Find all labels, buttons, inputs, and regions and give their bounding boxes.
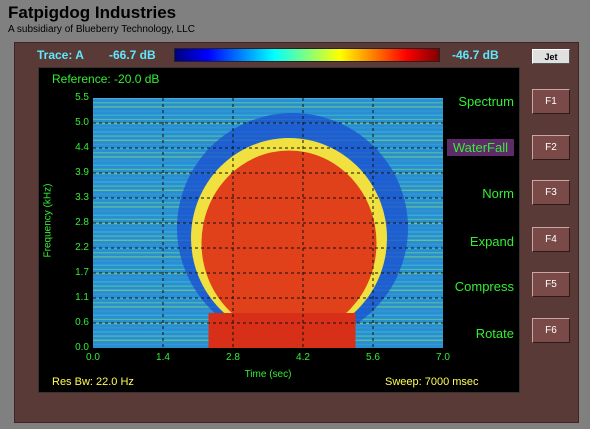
f5-key[interactable]: F5 (532, 272, 570, 297)
y-axis-label: Frequency (kHz) (42, 183, 54, 258)
colormap-button[interactable]: Jet (532, 49, 570, 64)
reference-level: Reference: -20.0 dB (52, 72, 160, 86)
face-region (201, 150, 377, 336)
menu-item-compress[interactable]: Compress (455, 279, 514, 294)
y-tick-label: 3.3 (75, 192, 89, 203)
x-axis-label: Time (sec) (244, 369, 292, 380)
colorbar (174, 48, 440, 62)
colorbar-min-label: -66.7 dB (109, 48, 156, 62)
spectral-band (93, 98, 443, 100)
f6-key[interactable]: F6 (532, 318, 570, 343)
f2-key[interactable]: F2 (532, 135, 570, 160)
f3-key[interactable]: F3 (532, 180, 570, 205)
colorbar-max-label: -46.7 dB (452, 48, 499, 62)
y-tick-label: 0.6 (75, 317, 89, 328)
f4-key[interactable]: F4 (532, 227, 570, 252)
menu-item-waterfall[interactable]: WaterFall (446, 139, 514, 156)
f1-key[interactable]: F1 (532, 89, 570, 114)
trace-label: Trace: A (37, 48, 84, 62)
y-tick-label: 2.8 (75, 217, 89, 228)
neck-region (208, 313, 356, 348)
x-tick-label: 5.6 (366, 352, 380, 363)
spectral-band (93, 102, 443, 104)
menu-item-expand[interactable]: Expand (470, 234, 514, 249)
y-tick-label: 1.7 (75, 267, 89, 278)
brand-title: Fatpigdog Industries (8, 3, 177, 22)
x-tick-label: 4.2 (296, 352, 310, 363)
spectral-band (93, 106, 443, 108)
y-tick-label: 5.5 (75, 92, 89, 103)
sweep-time: Sweep: 7000 msec (385, 376, 479, 388)
brand-subtitle: A subsidiary of Blueberry Technology, LL… (8, 24, 195, 35)
x-tick-label: 7.0 (436, 352, 450, 363)
y-tick-label: 2.2 (75, 242, 89, 253)
spectral-band (93, 110, 443, 112)
menu-item-rotate[interactable]: Rotate (476, 326, 514, 341)
waterfall-heatmap (93, 98, 443, 348)
resolution-bandwidth: Res Bw: 22.0 Hz (52, 376, 134, 388)
x-tick-label: 1.4 (156, 352, 170, 363)
y-tick-label: 4.4 (75, 142, 89, 153)
x-tick-label: 2.8 (226, 352, 240, 363)
menu-item-spectrum[interactable]: Spectrum (458, 94, 514, 109)
waterfall-plot (93, 98, 443, 348)
y-tick-label: 5.0 (75, 117, 89, 128)
y-tick-label: 1.1 (75, 292, 89, 303)
y-tick-label: 3.9 (75, 167, 89, 178)
x-tick-label: 0.0 (86, 352, 100, 363)
menu-item-norm[interactable]: Norm (482, 186, 514, 201)
